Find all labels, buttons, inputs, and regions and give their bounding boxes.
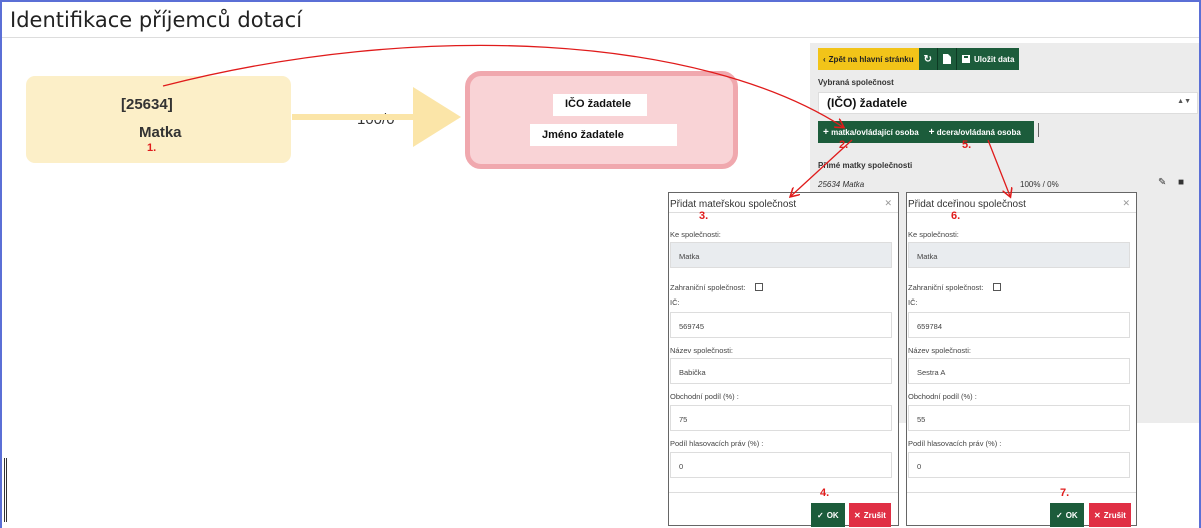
ok-button[interactable]: ✓ OK	[811, 503, 845, 527]
back-button[interactable]: ‹ Zpět na hlavní stránku	[818, 48, 919, 70]
foreign-label: Zahraniční společnost:	[670, 283, 746, 292]
ic-label: IČ:	[670, 298, 680, 307]
foreign-label: Zahraniční společnost:	[908, 283, 984, 292]
back-button-label: Zpět na hlavní stránku	[828, 54, 914, 64]
add-child-dialog: Přidat dceřinou společnost ✕ Ke společno…	[906, 192, 1137, 527]
file-button[interactable]	[937, 48, 956, 70]
company-select-value: (IČO) žadatele	[827, 96, 908, 110]
close-icon[interactable]: ✕	[1122, 198, 1130, 209]
foreign-checkbox[interactable]	[993, 283, 1001, 291]
add-child-label: dcera/ovládaná osoba	[936, 127, 1021, 137]
annotation-1: 1.	[147, 142, 157, 154]
check-icon: ✓	[1056, 510, 1063, 520]
company-name-label: Název společnosti:	[908, 346, 971, 355]
foreign-checkbox[interactable]	[755, 283, 763, 291]
share-field[interactable]: 75	[670, 405, 892, 431]
plus-icon: +	[823, 126, 829, 138]
cancel-label: Zrušit	[1103, 510, 1126, 520]
title-divider	[2, 37, 1199, 38]
refresh-icon: ↻	[923, 53, 932, 65]
save-icon	[961, 55, 970, 63]
to-company-label: Ke společnosti:	[908, 230, 959, 239]
share-field[interactable]: 55	[908, 405, 1130, 431]
ic-label: IČ:	[908, 298, 918, 307]
chevron-left-icon: ‹	[823, 54, 826, 64]
cancel-x-icon: ✕	[854, 510, 861, 520]
annotation-3: 3.	[699, 210, 709, 222]
company-select[interactable]: (IČO) žadatele ▲▼	[818, 92, 1198, 114]
share-label: Obchodní podíl (%) :	[670, 392, 739, 401]
left-edge-marker	[4, 458, 7, 522]
parent-row: 25634 Matka 100% / 0% ✎ ■	[818, 177, 1198, 193]
company-name-field[interactable]: Sestra A	[908, 358, 1130, 384]
cancel-label: Zrušit	[863, 510, 886, 520]
parents-heading: Přímé matky společnosti	[818, 161, 913, 170]
dialog-footer-divider	[669, 492, 898, 493]
annotation-7: 7.	[1060, 487, 1070, 499]
cancel-button[interactable]: ✕ Zrušit	[849, 503, 891, 527]
company-select-label: Vybraná společnost	[818, 78, 894, 87]
annotation-5: 5.	[962, 139, 972, 151]
to-company-field: Matka	[908, 242, 1130, 268]
pencil-icon[interactable]: ✎	[1158, 177, 1166, 188]
votes-label: Podíl hlasovacích práv (%) :	[670, 439, 764, 448]
page-title: Identifikace příjemců dotací	[10, 8, 303, 32]
add-parent-button[interactable]: + matka/ovládající osoba	[818, 127, 924, 138]
save-button-label: Uložit data	[973, 54, 1015, 64]
save-data-button[interactable]: Uložit data	[956, 48, 1020, 70]
annotation-2: 2.	[839, 139, 849, 151]
edge-share-label: 100/0	[357, 111, 395, 128]
trash-icon[interactable]: ■	[1178, 177, 1184, 188]
applicant-ico-box: IČO žadatele	[553, 94, 647, 116]
company-name-field[interactable]: Babička	[670, 358, 892, 384]
cancel-x-icon: ✕	[1094, 510, 1101, 520]
share-label: Obchodní podíl (%) :	[908, 392, 977, 401]
ok-label: OK	[826, 510, 839, 520]
applicant-node[interactable]: IČO žadatele Jméno žadatele	[465, 71, 738, 169]
dialog-title: Přidat dceřinou společnost	[908, 199, 1026, 210]
dialog-footer-divider	[907, 492, 1136, 493]
check-icon: ✓	[817, 510, 824, 520]
parent-company-node[interactable]: [25634] Matka	[26, 76, 291, 163]
add-parent-dialog: Přidat mateřskou společnost ✕ Ke společn…	[668, 192, 899, 527]
select-caret-icon: ▲▼	[1177, 98, 1191, 105]
votes-field[interactable]: 0	[908, 452, 1130, 478]
to-company-label: Ke společnosti:	[670, 230, 721, 239]
votes-field[interactable]: 0	[670, 452, 892, 478]
ic-field[interactable]: 659784	[908, 312, 1130, 338]
parent-row-name: 25634 Matka	[818, 180, 865, 189]
votes-label: Podíl hlasovacích práv (%) :	[908, 439, 1002, 448]
parent-node-id: [25634]	[121, 96, 173, 113]
ok-label: OK	[1065, 510, 1078, 520]
plus-icon: +	[928, 126, 935, 138]
toolbar: ‹ Zpět na hlavní stránku ↻ Uložit data	[818, 48, 1020, 70]
addbar-separator	[1038, 123, 1039, 137]
annotation-4: 4.	[820, 487, 830, 499]
close-icon[interactable]: ✕	[884, 198, 892, 209]
parent-row-share: 100% / 0%	[1020, 180, 1059, 189]
applicant-name-box: Jméno žadatele	[530, 124, 677, 146]
add-parent-label: matka/ovládající osoba	[831, 127, 919, 137]
annotation-6: 6.	[951, 210, 961, 222]
add-relations-group: + matka/ovládající osoba + dcera/ovládan…	[818, 121, 1034, 143]
ic-field[interactable]: 569745	[670, 312, 892, 338]
add-child-button[interactable]: + dcera/ovládaná osoba	[924, 127, 1026, 138]
to-company-field: Matka	[670, 242, 892, 268]
file-icon	[942, 54, 951, 64]
dialog-divider	[907, 212, 1136, 213]
parent-node-name: Matka	[139, 124, 182, 141]
dialog-title: Přidat mateřskou společnost	[670, 199, 797, 210]
company-name-label: Název společnosti:	[670, 346, 733, 355]
cancel-button[interactable]: ✕ Zrušit	[1089, 503, 1131, 527]
refresh-button[interactable]: ↻	[918, 48, 937, 70]
ok-button[interactable]: ✓ OK	[1050, 503, 1084, 527]
